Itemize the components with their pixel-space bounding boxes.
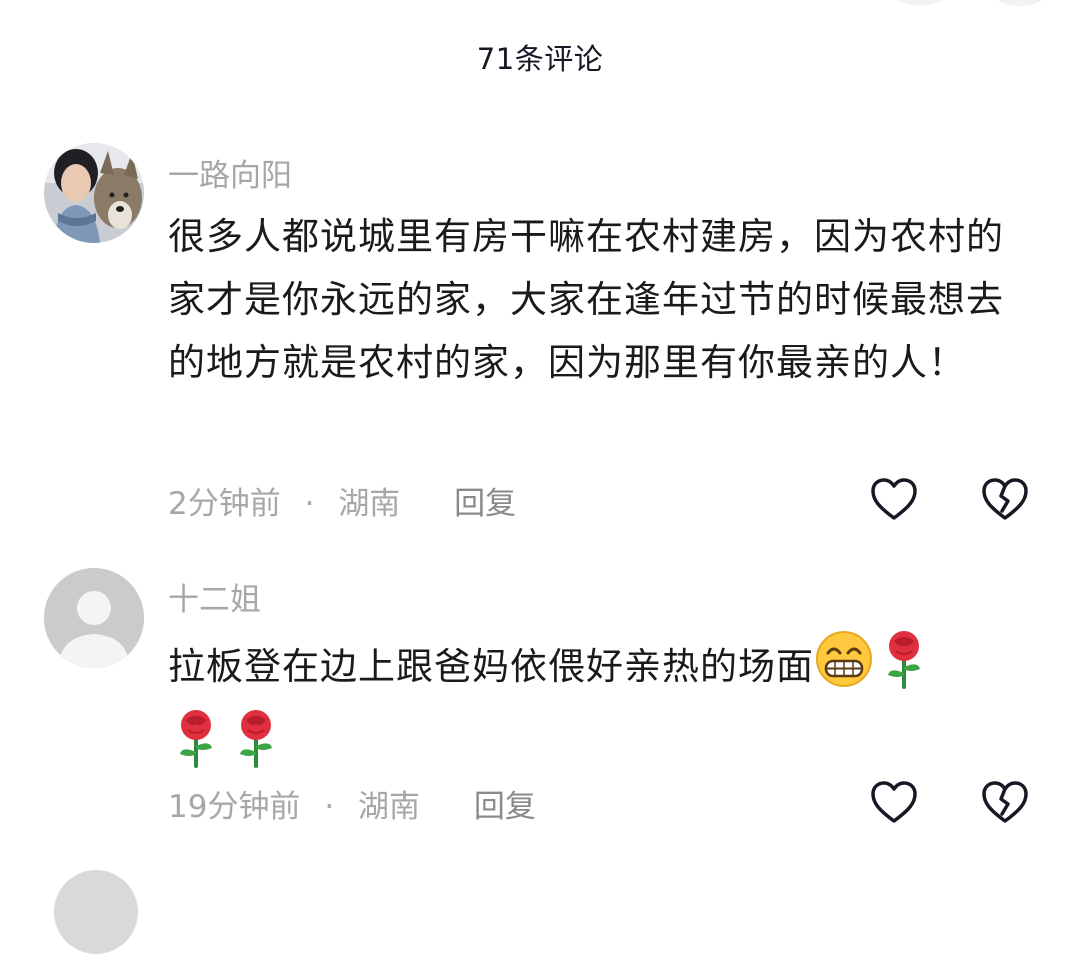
default-avatar-icon (44, 568, 144, 668)
grin-emoji (814, 629, 874, 708)
dislike-button[interactable] (980, 779, 1030, 825)
heart-outline-icon (871, 478, 917, 520)
reply-button[interactable]: 回复 (454, 486, 516, 522)
comment-location: 湖南 (338, 486, 401, 522)
like-button[interactable] (869, 779, 919, 825)
comment-time: 19分钟前 (168, 789, 301, 825)
next-comment-avatar[interactable] (54, 870, 138, 954)
meta-separator: · (304, 486, 315, 522)
avatar[interactable] (44, 568, 144, 668)
reply-button[interactable]: 回复 (474, 789, 536, 825)
comment-time: 2分钟前 (168, 486, 281, 522)
comment-meta: 2分钟前 · 湖南 回复 (168, 478, 516, 523)
meta-separator: · (324, 789, 335, 825)
top-button-circle[interactable] (890, 0, 950, 6)
rose-emoji (882, 629, 926, 708)
heart-outline-icon (871, 781, 917, 823)
broken-heart-outline-icon (982, 781, 1028, 823)
rose-emoji (174, 708, 218, 787)
dislike-button[interactable] (980, 476, 1030, 522)
comment-username[interactable]: 一路向阳 (168, 150, 292, 195)
comment-text: 很多人都说城里有房干嘛在农村建房，因为农村的家才是你永远的家，大家在逢年过节的时… (168, 215, 1004, 384)
top-button-circle[interactable] (990, 0, 1050, 6)
avatar[interactable] (44, 143, 144, 243)
broken-heart-outline-icon (982, 478, 1028, 520)
comment-username[interactable]: 十二姐 (168, 574, 261, 619)
comment-text: 拉板登在边上跟爸妈依偎好亲热的场面 (168, 645, 814, 688)
rose-emoji (234, 708, 278, 787)
comment-meta: 19分钟前 · 湖南 回复 (168, 781, 536, 826)
comment-count-title: 71条评论 (476, 42, 604, 76)
comment-text-block: 拉板登在边上跟爸妈依偎好亲热的场面 (168, 629, 1028, 787)
comment-location: 湖南 (358, 789, 421, 825)
like-button[interactable] (869, 476, 919, 522)
avatar-photo-woman-dog (44, 143, 144, 243)
